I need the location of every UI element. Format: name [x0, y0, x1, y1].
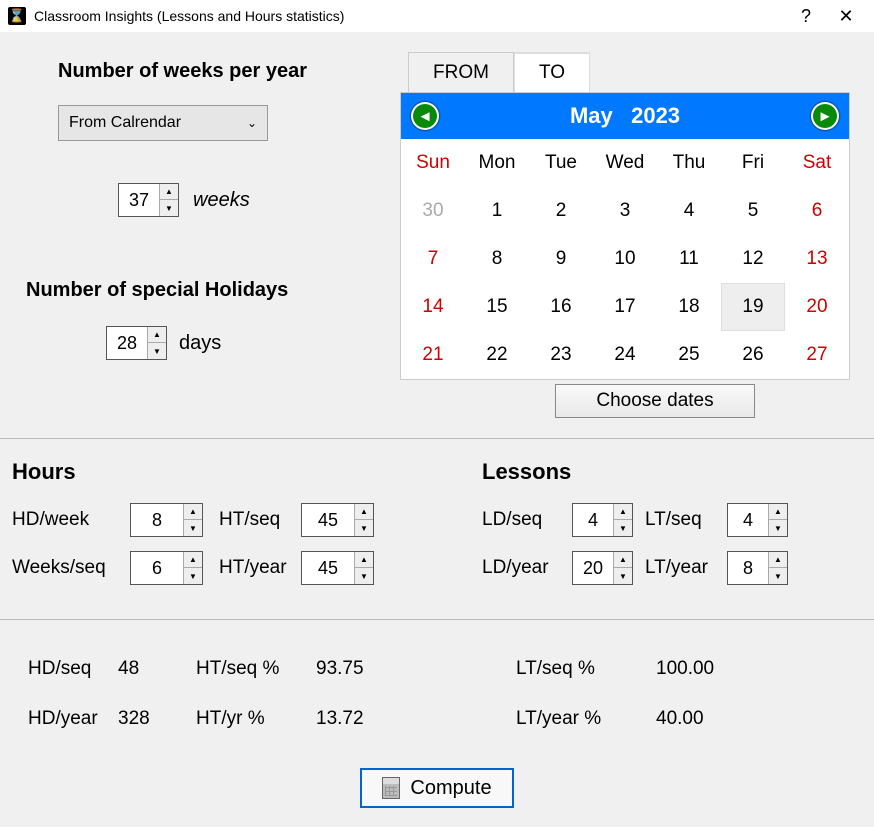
calendar-day[interactable]: 1	[465, 187, 529, 235]
spin-up-icon[interactable]: ▲	[160, 184, 178, 200]
calendar-day-header: Tue	[529, 139, 593, 187]
lt-year-label: LT/year	[645, 557, 727, 579]
tab-from[interactable]: FROM	[408, 52, 514, 92]
calendar-day[interactable]: 24	[593, 331, 657, 379]
ht-seq-pct-label: HT/seq %	[196, 658, 316, 680]
calendar-day[interactable]: 6	[785, 187, 849, 235]
days-input[interactable]	[107, 327, 147, 359]
calendar-day[interactable]: 22	[465, 331, 529, 379]
calendar-title[interactable]: May 2023	[570, 103, 680, 129]
titlebar: ⌛ Classroom Insights (Lessons and Hours …	[0, 0, 874, 32]
ht-year-label: HT/year	[219, 557, 301, 579]
close-button[interactable]: ✕	[826, 0, 866, 32]
ht-year-spinner[interactable]: ▲▼	[301, 551, 374, 585]
compute-button[interactable]: Compute	[360, 768, 513, 808]
calendar-day-header: Wed	[593, 139, 657, 187]
calendar-day[interactable]: 18	[657, 283, 721, 331]
holidays-label: Number of special Holidays	[26, 279, 400, 302]
lt-yr-pct-value: 40.00	[656, 708, 704, 730]
calendar-day-header: Sat	[785, 139, 849, 187]
days-unit-label: days	[179, 332, 221, 355]
lt-year-spinner[interactable]: ▲▼	[727, 551, 788, 585]
calendar-day-header: Fri	[721, 139, 785, 187]
calendar-day[interactable]: 17	[593, 283, 657, 331]
ht-seq-spinner[interactable]: ▲▼	[301, 503, 374, 537]
calendar-day-header: Thu	[657, 139, 721, 187]
hd-week-spinner[interactable]: ▲▼	[130, 503, 203, 537]
calendar-day[interactable]: 2	[529, 187, 593, 235]
calendar-day[interactable]: 21	[401, 331, 465, 379]
hd-seq-stat-label: HD/seq	[28, 658, 118, 680]
calendar-day[interactable]: 7	[401, 235, 465, 283]
choose-dates-button[interactable]: Choose dates	[555, 384, 755, 418]
lt-seq-label: LT/seq	[645, 509, 727, 531]
weeks-spinner[interactable]: ▲▼	[118, 183, 179, 217]
weeks-seq-label: Weeks/seq	[12, 557, 130, 579]
days-spinner[interactable]: ▲▼	[106, 326, 167, 360]
next-month-button[interactable]: ►	[811, 102, 839, 130]
hd-seq-stat-value: 48	[118, 658, 139, 680]
calendar-day[interactable]: 8	[465, 235, 529, 283]
divider	[0, 619, 874, 620]
hd-year-stat-label: HD/year	[28, 708, 118, 730]
calendar-day[interactable]: 10	[593, 235, 657, 283]
window-title: Classroom Insights (Lessons and Hours st…	[34, 8, 786, 24]
prev-month-button[interactable]: ◄	[411, 102, 439, 130]
calendar-day[interactable]: 26	[721, 331, 785, 379]
calendar-day[interactable]: 23	[529, 331, 593, 379]
spin-down-icon[interactable]: ▼	[148, 343, 166, 359]
calendar-day[interactable]: 16	[529, 283, 593, 331]
app-icon: ⌛	[8, 7, 26, 25]
lt-yr-pct-label: LT/year %	[516, 708, 656, 730]
ld-year-label: LD/year	[482, 557, 572, 579]
calendar-day[interactable]: 19	[721, 283, 785, 331]
lt-seq-pct-value: 100.00	[656, 658, 714, 680]
weeks-per-year-label: Number of weeks per year	[58, 60, 400, 83]
divider	[0, 438, 874, 439]
calendar-day[interactable]: 27	[785, 331, 849, 379]
calendar-day[interactable]: 4	[657, 187, 721, 235]
calendar-day[interactable]: 20	[785, 283, 849, 331]
weeks-seq-spinner[interactable]: ▲▼	[130, 551, 203, 585]
ld-seq-spinner[interactable]: ▲▼	[572, 503, 633, 537]
weeks-unit-label: weeks	[193, 189, 250, 212]
ht-yr-pct-label: HT/yr %	[196, 708, 316, 730]
hd-week-label: HD/week	[12, 509, 130, 531]
calendar-day[interactable]: 11	[657, 235, 721, 283]
dropdown-selected: From Calrendar	[69, 114, 181, 132]
spin-up-icon[interactable]: ▲	[148, 327, 166, 343]
calendar-day[interactable]: 9	[529, 235, 593, 283]
spin-down-icon[interactable]: ▼	[160, 200, 178, 216]
calendar-day[interactable]: 30	[401, 187, 465, 235]
calendar-day[interactable]: 5	[721, 187, 785, 235]
chevron-down-icon: ⌄	[247, 116, 257, 130]
calculator-icon	[382, 777, 400, 799]
calendar-day[interactable]: 13	[785, 235, 849, 283]
lessons-title: Lessons	[482, 459, 862, 485]
calendar-day[interactable]: 12	[721, 235, 785, 283]
help-button[interactable]: ?	[786, 0, 826, 32]
weeks-source-dropdown[interactable]: From Calrendar ⌄	[58, 105, 268, 141]
lt-seq-pct-label: LT/seq %	[516, 658, 656, 680]
ld-year-spinner[interactable]: ▲▼	[572, 551, 633, 585]
calendar: ◄ May 2023 ► SunMonTueWedThuFriSat301234…	[400, 92, 850, 380]
calendar-day[interactable]: 3	[593, 187, 657, 235]
calendar-day[interactable]: 14	[401, 283, 465, 331]
calendar-day-header: Sun	[401, 139, 465, 187]
hours-title: Hours	[12, 459, 482, 485]
calendar-day[interactable]: 15	[465, 283, 529, 331]
tab-to[interactable]: TO	[514, 52, 590, 92]
weeks-input[interactable]	[119, 184, 159, 216]
ht-seq-label: HT/seq	[219, 509, 301, 531]
calendar-day-header: Mon	[465, 139, 529, 187]
ld-seq-label: LD/seq	[482, 509, 572, 531]
hd-year-stat-value: 328	[118, 708, 150, 730]
ht-seq-pct-value: 93.75	[316, 658, 364, 680]
lt-seq-spinner[interactable]: ▲▼	[727, 503, 788, 537]
ht-yr-pct-value: 13.72	[316, 708, 364, 730]
calendar-day[interactable]: 25	[657, 331, 721, 379]
